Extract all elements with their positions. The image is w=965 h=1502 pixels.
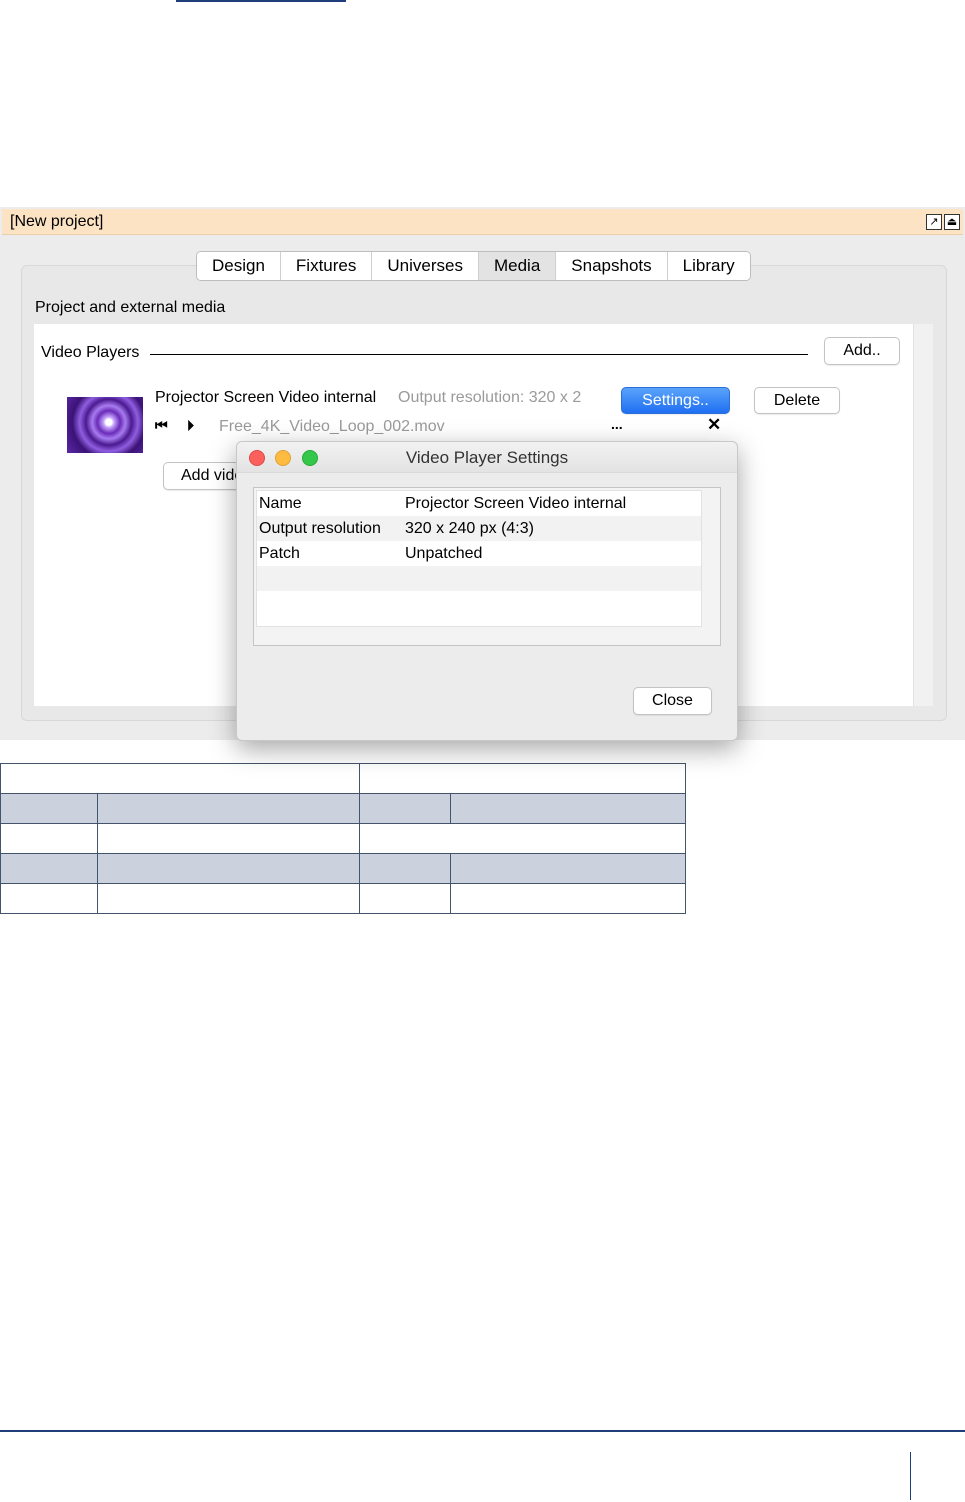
detach-icon[interactable]: ↗ bbox=[926, 214, 942, 230]
table-row bbox=[0, 883, 686, 914]
settings-table: Name Projector Screen Video internal Out… bbox=[256, 490, 702, 627]
top-link-underline bbox=[176, 0, 346, 2]
window-title: [New project] bbox=[10, 213, 104, 230]
vertical-scrollbar[interactable] bbox=[913, 324, 933, 706]
empty-document-table bbox=[0, 763, 686, 914]
empty-row bbox=[257, 591, 701, 616]
table-row[interactable]: Name Projector Screen Video internal bbox=[257, 491, 701, 516]
title-bar: [New project] ↗ ⏏ bbox=[2, 209, 963, 235]
tab-fixtures[interactable]: Fixtures bbox=[280, 252, 373, 280]
table-row[interactable]: Patch Unpatched bbox=[257, 541, 701, 566]
play-icon[interactable]: ⏵ bbox=[187, 417, 194, 434]
tab-media[interactable]: Media bbox=[478, 252, 557, 280]
tab-universes[interactable]: Universes bbox=[372, 252, 479, 280]
settings-button[interactable]: Settings.. bbox=[621, 387, 730, 414]
tab-snapshots[interactable]: Snapshots bbox=[556, 252, 668, 280]
section-title: Project and external media bbox=[35, 299, 226, 316]
video-player-settings-dialog: Video Player Settings Name Projector Scr… bbox=[236, 441, 738, 741]
row-value: Unpatched bbox=[405, 545, 483, 562]
video-players-label: Video Players bbox=[41, 344, 140, 361]
table-row bbox=[0, 853, 686, 884]
tab-bar: Design Fixtures Universes Media Snapshot… bbox=[196, 251, 751, 281]
browse-file-button[interactable]: ... bbox=[611, 416, 623, 432]
video-file-name: Free_4K_Video_Loop_002.mov bbox=[219, 418, 445, 435]
dialog-title-bar: Video Player Settings bbox=[237, 442, 737, 473]
settings-table-frame: Name Projector Screen Video internal Out… bbox=[253, 487, 721, 646]
player-output-resolution: Output resolution: 320 x 2 bbox=[398, 389, 582, 406]
close-button[interactable]: Close bbox=[633, 687, 712, 715]
add-player-button[interactable]: Add.. bbox=[824, 337, 900, 365]
row-key: Name bbox=[259, 495, 302, 512]
delete-button[interactable]: Delete bbox=[754, 387, 840, 414]
row-value: 320 x 240 px (4:3) bbox=[405, 520, 534, 537]
tab-design[interactable]: Design bbox=[197, 252, 281, 280]
footer-rule bbox=[0, 1430, 965, 1432]
table-row bbox=[0, 823, 686, 854]
table-row[interactable]: Output resolution 320 x 240 px (4:3) bbox=[257, 516, 701, 541]
rewind-icon[interactable]: ⏮ bbox=[155, 417, 168, 434]
tab-library[interactable]: Library bbox=[667, 252, 750, 280]
row-value: Projector Screen Video internal bbox=[405, 495, 627, 512]
remove-video-icon[interactable]: ✕ bbox=[707, 415, 721, 435]
row-key: Patch bbox=[259, 545, 300, 562]
section-divider bbox=[150, 354, 808, 355]
footer-divider bbox=[910, 1452, 911, 1500]
table-row bbox=[0, 763, 686, 794]
player-name: Projector Screen Video internal bbox=[155, 389, 377, 406]
row-key: Output resolution bbox=[259, 520, 381, 537]
empty-row bbox=[257, 566, 701, 591]
table-row bbox=[0, 793, 686, 824]
eject-icon[interactable]: ⏏ bbox=[944, 214, 960, 230]
dialog-title: Video Player Settings bbox=[405, 448, 569, 467]
video-thumbnail bbox=[67, 397, 143, 453]
